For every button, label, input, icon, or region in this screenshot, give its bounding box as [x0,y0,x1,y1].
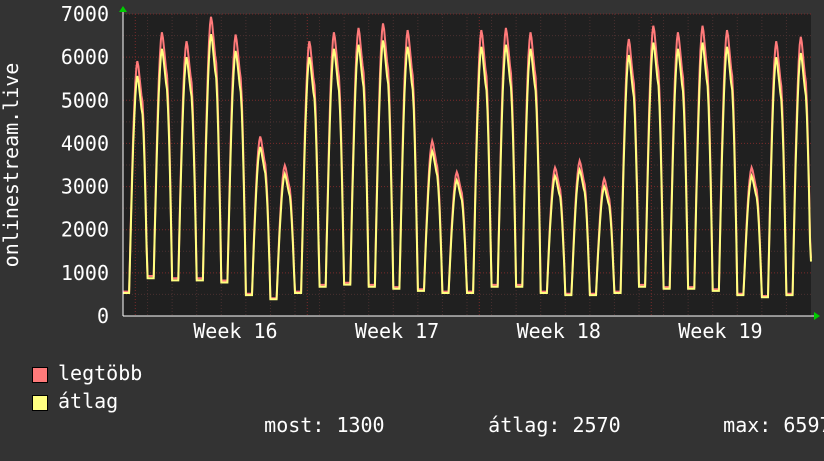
y-tick-label: 2000 [61,218,109,242]
x-tick-label: Week 17 [355,319,439,343]
y-axis-label: onlinestream.live [0,63,23,268]
stat-atlag-label: átlag: [488,413,561,437]
y-axis-tick-labels: 0 1000 2000 3000 4000 5000 6000 7000 [61,2,109,328]
y-tick-label: 5000 [61,88,109,112]
stat-most-label: most: [264,413,325,437]
x-axis-arrow-icon [814,312,820,320]
y-axis-arrow-icon [119,6,127,12]
x-axis-tick-labels: Week 16 Week 17 Week 18 Week 19 [193,319,762,343]
x-tick-label: Week 16 [193,319,277,343]
legend-label-legtobb: legtöbb [58,361,143,385]
legend-label-atlag: átlag [58,389,119,413]
legend-swatch-legtobb [32,367,48,383]
stat-most: most: 1300 [216,389,385,461]
y-tick-label: 0 [97,304,109,328]
y-tick-label: 4000 [61,131,109,155]
stat-atlag-value: 2570 [572,413,621,437]
y-tick-label: 3000 [61,175,109,199]
stat-max-value: 6597 [783,413,824,437]
x-tick-label: Week 18 [517,319,601,343]
stat-atlag: átlag: 2570 [440,389,621,461]
y-tick-label: 1000 [61,261,109,285]
y-tick-label: 7000 [61,2,109,26]
legend-swatch-atlag [32,395,48,411]
y-tick-label: 6000 [61,45,109,69]
stat-max: max: 6597 [675,389,824,461]
chart-stage: 0 1000 2000 3000 4000 5000 6000 7000 Week 16 Wee… [0,0,824,437]
stat-most-value: 1300 [336,413,385,437]
stat-max-label: max: [723,413,772,437]
x-tick-label: Week 19 [678,319,762,343]
